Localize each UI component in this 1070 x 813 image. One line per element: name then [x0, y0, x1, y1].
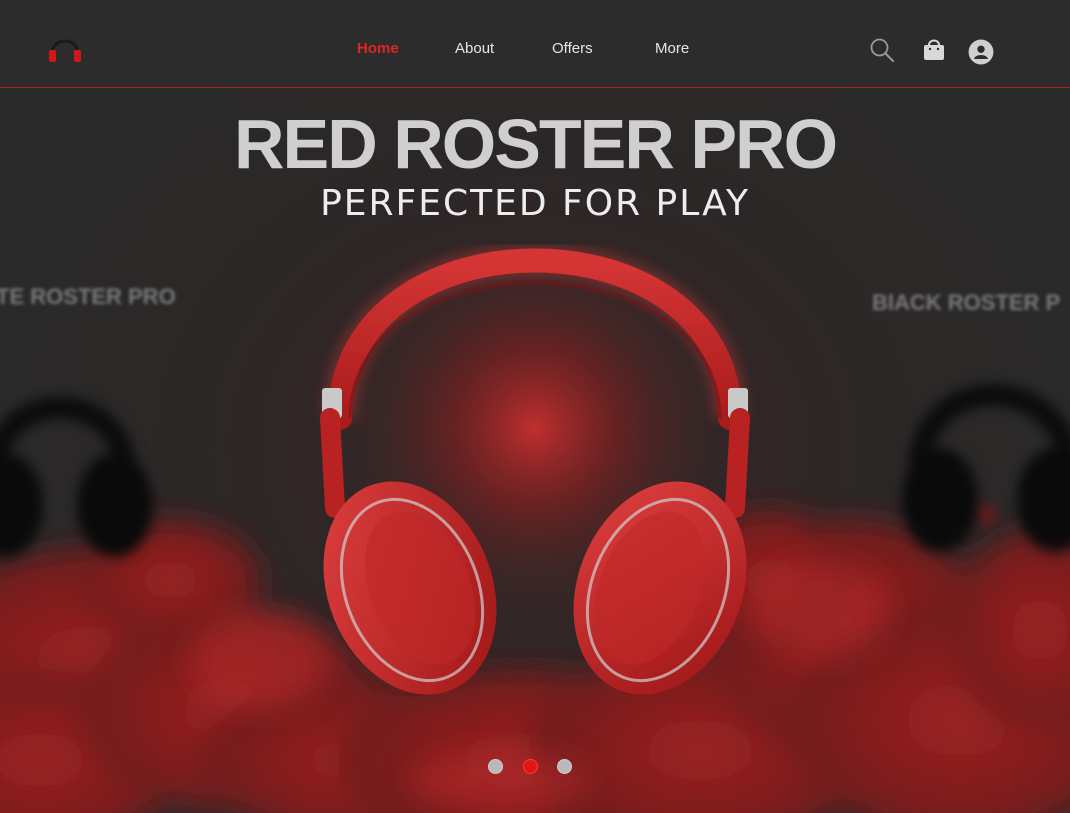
previous-product-label[interactable]: TE ROSTER PRO — [0, 284, 176, 310]
search-icon[interactable] — [869, 37, 895, 63]
nav-about[interactable]: About — [455, 40, 494, 57]
carousel-dot-2-active[interactable] — [523, 759, 538, 774]
nav-offers[interactable]: Offers — [552, 40, 593, 57]
nav-more[interactable]: More — [655, 40, 689, 57]
next-product-headphones-image[interactable] — [890, 335, 1070, 565]
user-account-icon[interactable] — [968, 39, 994, 65]
shopping-bag-icon[interactable] — [921, 37, 947, 63]
next-product-label[interactable]: BlACK ROSTER P — [872, 290, 1060, 316]
nav-home[interactable]: Home — [357, 40, 399, 57]
carousel-dot-3[interactable] — [557, 759, 572, 774]
hero-page: TE ROSTER PRO BlACK ROSTER P RED ROSTER … — [0, 0, 1070, 813]
main-nav: Home About Offers More — [0, 40, 1070, 62]
top-navigation-bar: Home About Offers More — [0, 0, 1070, 88]
hero-subtitle: PERFECTED FOR PLAY — [320, 183, 750, 224]
carousel-dot-1[interactable] — [488, 759, 503, 774]
previous-product-headphones-image[interactable] — [0, 340, 160, 570]
carousel-pagination — [488, 759, 578, 775]
hero-title: RED ROSTER PRO — [233, 105, 838, 183]
red-headphones-image — [320, 243, 750, 695]
